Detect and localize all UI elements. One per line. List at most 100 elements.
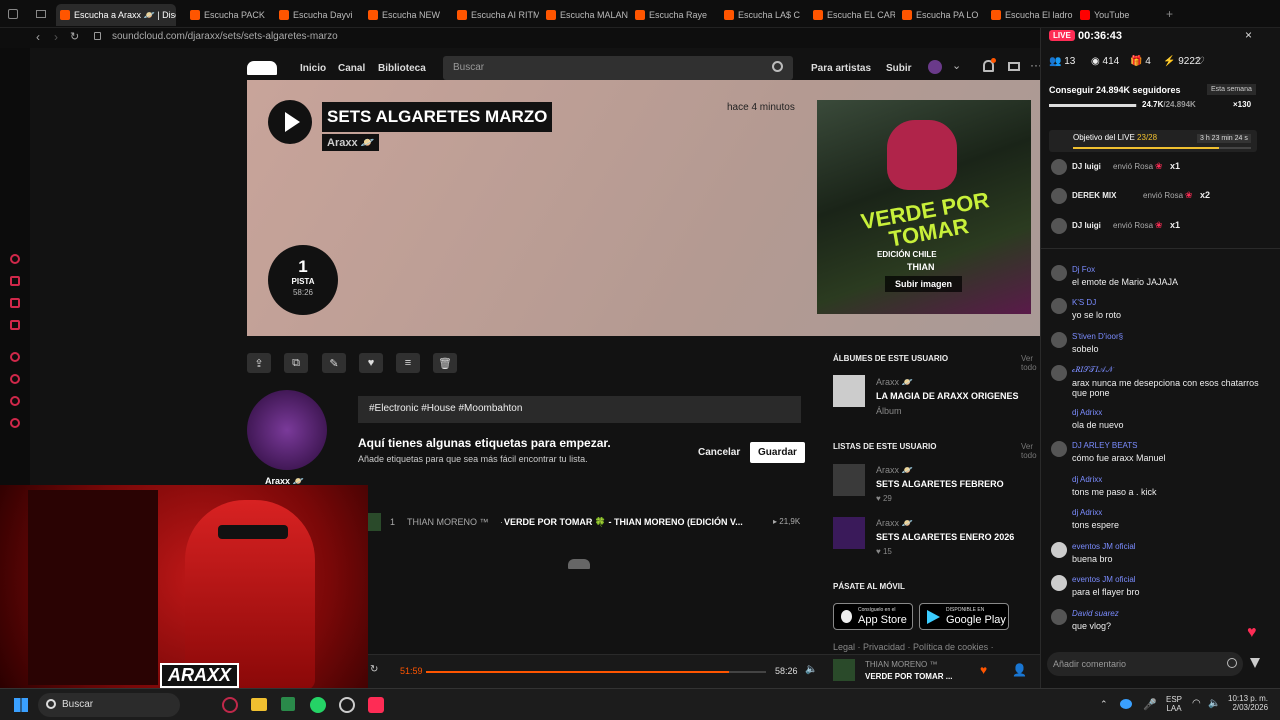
avatar[interactable] (1051, 332, 1067, 348)
chevron-up-icon[interactable]: ⌃ (1100, 699, 1108, 710)
tab-youtube[interactable]: YouTube (1076, 4, 1162, 26)
edit-icon[interactable]: ✎ (322, 353, 346, 373)
sidebar-app-icon[interactable] (10, 254, 20, 264)
tab-list-icon[interactable] (36, 10, 46, 18)
follow-icon[interactable]: 👤 (1012, 663, 1027, 677)
tab-las[interactable]: Escucha LA$ C (720, 4, 806, 26)
folder-icon[interactable] (251, 698, 267, 711)
chevron-down-icon[interactable]: ⌄ (952, 59, 961, 72)
soundcloud-logo-icon[interactable] (247, 61, 277, 75)
avatar[interactable] (1051, 542, 1067, 558)
search-icon[interactable] (772, 61, 783, 72)
store-icon[interactable] (281, 697, 295, 711)
close-icon[interactable]: × (1245, 28, 1252, 42)
track-title[interactable]: VERDE POR TOMAR 🍀 - THIAN MORENO (EDICIÓ… (504, 517, 743, 528)
tab-pack[interactable]: Escucha PACK (186, 4, 272, 26)
windows-start-icon[interactable] (14, 698, 28, 712)
avatar[interactable] (1051, 159, 1067, 175)
reload-icon[interactable]: ↻ (70, 30, 79, 43)
nav-upload[interactable]: Subir (886, 63, 912, 74)
objective-banner[interactable]: Objetivo del LIVE 23/28 3 h 23 min 24 s (1049, 130, 1257, 152)
settings-icon[interactable] (10, 418, 20, 428)
repeat-icon[interactable]: ↻ (370, 664, 378, 675)
list-title[interactable]: SETS ALGARETES FEBRERO (876, 479, 1004, 489)
view-all-albums[interactable]: Ver todo (1021, 354, 1040, 372)
album-artwork[interactable] (833, 375, 865, 407)
app-menu-icon[interactable] (8, 9, 18, 19)
view-all-lists[interactable]: Ver todo (1021, 442, 1040, 460)
share-icon[interactable]: ⇪ (247, 353, 271, 373)
list-artwork[interactable] (833, 464, 865, 496)
save-button[interactable]: Guardar (750, 442, 805, 463)
google-play-button[interactable]: DISPONIBLE EN Google Play (919, 603, 1009, 630)
tab-new[interactable]: Escucha NEW (364, 4, 450, 26)
like-icon[interactable]: ♥ (359, 353, 383, 373)
emoji-icon[interactable] (1227, 658, 1237, 668)
sidebar-app-icon[interactable] (10, 320, 20, 330)
volume-icon[interactable]: 🔈 (805, 664, 817, 675)
nav-library[interactable]: Biblioteca (378, 63, 426, 74)
whatsapp-icon[interactable] (310, 697, 326, 713)
wifi-icon[interactable]: ◠ (1192, 698, 1201, 709)
back-icon[interactable]: ‹ (36, 30, 40, 44)
nav-feed[interactable]: Canal (338, 63, 365, 74)
like-icon[interactable]: ♥ (980, 663, 987, 677)
playlist-artist[interactable]: Araxx 🪐 (322, 134, 380, 151)
taskbar-search[interactable]: Buscar (38, 693, 180, 717)
track-row[interactable]: 1 THIAN MORENO ™ · VERDE POR TOMAR 🍀 - T… (367, 512, 801, 532)
sidebar-app-icon[interactable] (10, 374, 20, 384)
copy-icon[interactable]: ⧉ (284, 353, 308, 373)
cancel-button[interactable]: Cancelar (698, 447, 740, 458)
cloud-icon[interactable] (1120, 699, 1132, 709)
volume-icon[interactable]: 🔈 (1208, 698, 1220, 709)
search-input[interactable]: Buscar (443, 56, 793, 80)
app-icon[interactable] (339, 697, 355, 713)
sidebar-app-icon[interactable] (10, 298, 20, 308)
microphone-icon[interactable]: 🎤 (1143, 698, 1157, 711)
sidebar-app-icon[interactable] (10, 276, 20, 286)
avatar[interactable] (1051, 575, 1067, 591)
tab-araxx[interactable]: Escucha a Araxx 🪐 | Disco (56, 4, 176, 26)
avatar[interactable] (1051, 188, 1067, 204)
tab-pa-lo[interactable]: Escucha PA LO (898, 4, 984, 26)
app-icon[interactable] (222, 697, 238, 713)
avatar[interactable] (1051, 265, 1067, 281)
now-playing-artwork[interactable] (833, 659, 855, 681)
app-store-button[interactable]: Consíguelo en el App Store (833, 603, 913, 630)
playlist-cover[interactable]: VERDE POR TOMAR EDICIÓN CHILE THIAN Subi… (817, 100, 1031, 314)
language-indicator[interactable]: ESP LAA (1166, 695, 1182, 713)
tab-dayvi[interactable]: Escucha Dayvi (275, 4, 361, 26)
tiktok-icon[interactable] (368, 697, 384, 713)
delete-icon[interactable]: 🗑 (433, 353, 457, 373)
avatar[interactable] (928, 60, 942, 74)
avatar[interactable] (1051, 441, 1067, 457)
footer-links[interactable]: Legal · Privacidad · Política de cookies… (833, 642, 994, 652)
avatar[interactable] (1051, 508, 1067, 524)
add-to-queue-icon[interactable]: ≡ (396, 353, 420, 373)
tab-raye[interactable]: Escucha Raye (631, 4, 717, 26)
tab-el-car[interactable]: Escucha EL CAR (809, 4, 895, 26)
url-field[interactable]: soundcloud.com/djaraxx/sets/sets-algaret… (112, 31, 338, 42)
send-icon[interactable] (1250, 658, 1260, 668)
now-playing-title[interactable]: VERDE POR TOMAR ... (865, 672, 952, 681)
nav-artists[interactable]: Para artistas (811, 63, 871, 74)
avatar[interactable] (1051, 609, 1067, 625)
nav-home[interactable]: Inicio (300, 63, 326, 74)
avatar[interactable] (1051, 218, 1067, 234)
upload-image-button[interactable]: Subir imagen (885, 276, 963, 292)
clock[interactable]: 10:13 p. m. 2/03/2026 (1228, 694, 1268, 712)
new-tab-icon[interactable]: + (1166, 7, 1173, 21)
tab-ai-ritm[interactable]: Escucha AI RITM (453, 4, 539, 26)
list-artwork[interactable] (833, 517, 865, 549)
sidebar-app-icon[interactable] (10, 352, 20, 362)
progress-track[interactable] (426, 671, 766, 673)
tab-malan[interactable]: Escucha MALAN (542, 4, 628, 26)
play-button[interactable] (268, 100, 312, 144)
sidebar-app-icon[interactable] (10, 396, 20, 406)
tab-el-ladro[interactable]: Escucha El ladro (987, 4, 1073, 26)
forward-icon[interactable]: › (54, 30, 58, 44)
avatar[interactable] (1051, 365, 1067, 381)
heart-icon[interactable]: ♥ (1247, 624, 1257, 642)
tags-input[interactable]: #Electronic #House #Moombahton (358, 396, 801, 423)
profile-avatar[interactable] (247, 390, 327, 470)
